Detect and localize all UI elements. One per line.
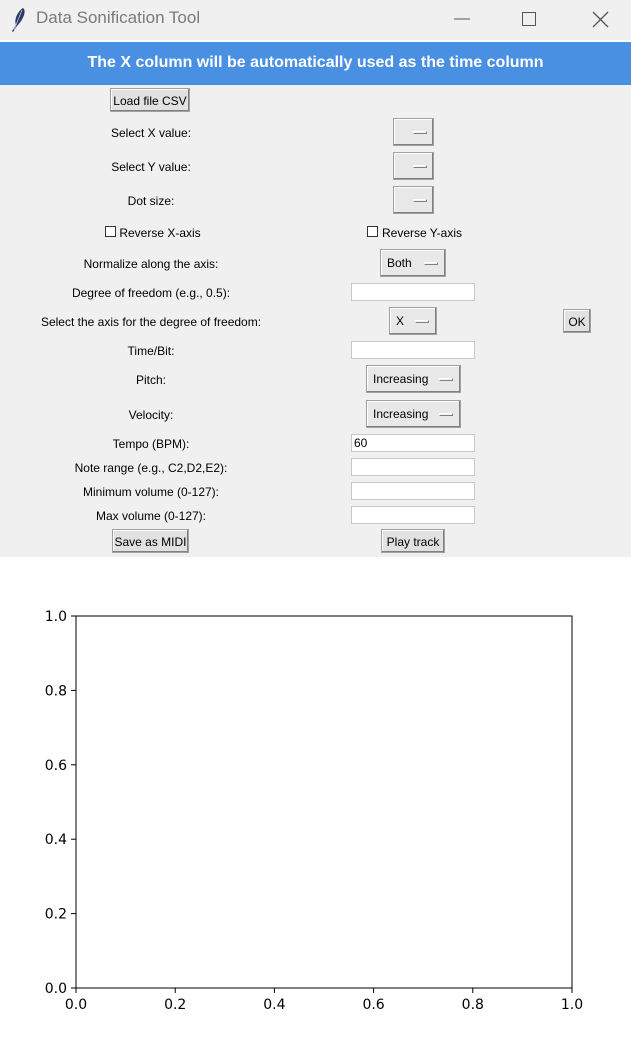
y-tick-label: 0.0 <box>45 981 67 997</box>
close-icon <box>592 11 609 28</box>
dropdown-indicator-icon <box>415 320 429 323</box>
pitch-label: Pitch: <box>135 373 167 387</box>
select-y-label: Select Y value: <box>111 160 191 174</box>
controls-panel: Load file CSV Select X value: Select Y v… <box>0 85 631 557</box>
y-tick-label: 0.8 <box>45 683 67 699</box>
info-banner: The X column will be automatically used … <box>0 42 631 85</box>
dropdown-indicator-icon <box>424 262 438 265</box>
x-tick-label: 0.6 <box>362 997 384 1013</box>
dof-label: Degree of freedom (e.g., 0.5): <box>71 286 231 300</box>
normalize-label: Normalize along the axis: <box>83 257 219 271</box>
select-x-dropdown[interactable] <box>393 118 434 146</box>
velocity-dropdown[interactable]: Increasing <box>366 400 461 428</box>
reverse-y-label: Reverse Y-axis <box>381 226 463 240</box>
y-axis: 0.0 0.2 0.4 0.6 0.8 1.0 <box>45 609 76 997</box>
note-range-input[interactable] <box>351 458 475 476</box>
maximize-button[interactable] <box>500 0 560 40</box>
pitch-value: Increasing <box>373 372 429 386</box>
feather-icon <box>12 8 25 32</box>
pitch-dropdown[interactable]: Increasing <box>366 365 461 393</box>
dropdown-indicator-icon <box>413 131 427 134</box>
time-bit-input[interactable] <box>351 341 475 359</box>
min-volume-input[interactable] <box>351 482 475 500</box>
ok-button[interactable]: OK <box>563 309 591 333</box>
reverse-x-checkbox[interactable] <box>105 226 116 237</box>
tempo-input[interactable]: 60 <box>351 434 475 452</box>
play-track-button[interactable]: Play track <box>381 529 445 553</box>
x-tick-label: 1.0 <box>561 997 583 1013</box>
x-tick-label: 0.0 <box>65 997 87 1013</box>
dropdown-indicator-icon <box>439 378 453 381</box>
reverse-y-checkbox[interactable] <box>367 226 378 237</box>
velocity-value: Increasing <box>373 407 429 421</box>
x-axis: 0.0 0.2 0.4 0.6 0.8 1.0 <box>65 988 583 1013</box>
dot-size-label: Dot size: <box>127 194 175 208</box>
dof-input[interactable] <box>351 283 475 301</box>
dropdown-indicator-icon <box>439 413 453 416</box>
maximize-icon <box>522 12 536 26</box>
normalize-dropdown[interactable]: Both <box>380 249 446 277</box>
min-volume-label: Minimum volume (0-127): <box>82 485 220 499</box>
load-csv-button[interactable]: Load file CSV <box>110 88 190 112</box>
time-bit-label: Time/Bit: <box>127 344 175 358</box>
y-tick-label: 1.0 <box>45 609 67 625</box>
minimize-icon <box>454 18 470 20</box>
reverse-x-label: Reverse X-axis <box>119 226 201 240</box>
x-tick-label: 0.2 <box>164 997 186 1013</box>
y-tick-label: 0.4 <box>45 832 67 848</box>
velocity-label: Velocity: <box>128 408 174 422</box>
max-volume-label: Max volume (0-127): <box>95 509 207 523</box>
dot-size-dropdown[interactable] <box>393 186 434 214</box>
banner-text: The X column will be automatically used … <box>87 54 544 71</box>
dropdown-indicator-icon <box>413 165 427 168</box>
dof-axis-label: Select the axis for the degree of freedo… <box>40 315 262 329</box>
select-x-label: Select X value: <box>110 126 192 140</box>
scatter-plot: 0.0 0.2 0.4 0.6 0.8 1.0 0.0 0.2 0.4 0.6 0.8 1.0 <box>45 609 583 1013</box>
y-tick-label: 0.2 <box>45 907 67 923</box>
x-tick-label: 0.4 <box>263 997 285 1013</box>
minimize-button[interactable] <box>432 0 492 40</box>
y-tick-label: 0.6 <box>45 758 67 774</box>
dof-axis-value: X <box>396 314 405 328</box>
close-button[interactable] <box>571 0 631 40</box>
select-y-dropdown[interactable] <box>393 152 434 180</box>
normalize-value: Both <box>387 256 412 270</box>
tempo-label: Tempo (BPM): <box>112 437 190 451</box>
window-title: Data Sonification Tool <box>36 8 201 27</box>
x-tick-label: 0.8 <box>462 997 484 1013</box>
dropdown-indicator-icon <box>413 199 427 202</box>
dof-axis-dropdown[interactable]: X <box>389 307 437 335</box>
note-range-label: Note range (e.g., C2,D2,E2): <box>74 461 228 475</box>
plot-area: 0.0 0.2 0.4 0.6 0.8 1.0 0.0 0.2 0.4 0.6 0.8 1.0 <box>0 557 631 1035</box>
max-volume-input[interactable] <box>351 506 475 524</box>
save-midi-button[interactable]: Save as MIDI <box>112 529 189 553</box>
title-bar: Data Sonification Tool <box>0 0 631 40</box>
plot-frame <box>75 615 573 989</box>
